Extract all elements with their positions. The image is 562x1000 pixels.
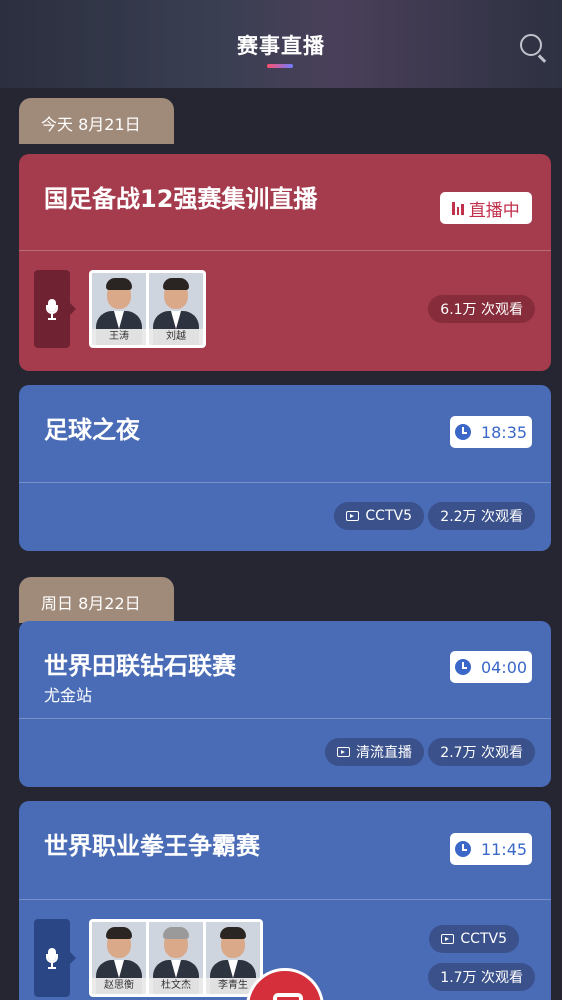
tv-icon [337, 747, 350, 757]
commentator-list[interactable]: 赵思衡 杜文杰 李青生 [89, 919, 263, 997]
commentator-name: 赵思衡 [92, 978, 146, 994]
title-underline [267, 64, 293, 68]
live-status-label: 直播中 [468, 200, 520, 221]
commentator-name: 杜文杰 [149, 978, 203, 994]
event-subtitle: 尤金站 [44, 686, 93, 705]
event-title: 世界田联钻石联赛 [44, 652, 236, 680]
event-title: 世界职业拳王争霸赛 [44, 832, 260, 860]
card-divider [19, 482, 551, 483]
channel-pill: CCTV5 [334, 502, 424, 530]
header-bar: 赛事直播 [0, 0, 562, 88]
event-card[interactable]: 足球之夜 18:35 CCTV5 2.2万 次观看 [19, 385, 551, 551]
view-count: 2.2万 次观看 [428, 502, 535, 530]
start-time-badge: 04:00 [450, 651, 532, 683]
card-divider [19, 250, 551, 251]
date-tab-today: 今天 8月21日 [19, 98, 174, 144]
app-logo-icon [273, 993, 303, 1000]
commentator-avatar: 杜文杰 [149, 922, 203, 994]
page-title: 赛事直播 [237, 34, 325, 58]
view-count: 6.1万 次观看 [428, 295, 535, 323]
commentator-mic [34, 270, 76, 348]
card-divider [19, 718, 551, 719]
clock-icon [454, 659, 471, 675]
event-title: 足球之夜 [44, 416, 140, 444]
clock-icon [454, 424, 471, 440]
search-icon[interactable] [518, 32, 550, 64]
channel-pill: 清流直播 [325, 738, 424, 766]
commentator-name: 王涛 [92, 329, 146, 345]
commentator-avatar: 王涛 [92, 273, 146, 345]
card-divider [19, 899, 551, 900]
commentator-avatar: 李青生 [206, 922, 260, 994]
clock-icon [454, 841, 471, 857]
commentator-name: 刘越 [149, 329, 203, 345]
commentator-list[interactable]: 王涛 刘越 [89, 270, 206, 348]
live-bars-icon [452, 201, 464, 215]
event-card-live[interactable]: 国足备战12强赛集训直播 直播中 王涛 刘越 6.1万 次观看 [19, 154, 551, 371]
channel-label: 清流直播 [356, 745, 412, 761]
channel-label: CCTV5 [460, 931, 507, 947]
tv-icon [441, 934, 455, 944]
mic-icon [46, 948, 58, 969]
event-title: 国足备战12强赛集训直播 [44, 185, 318, 213]
commentator-mic [34, 919, 76, 997]
start-time: 04:00 [480, 657, 528, 677]
channel-label: CCTV5 [365, 508, 412, 524]
start-time-badge: 11:45 [450, 833, 532, 865]
date-tab-sunday: 周日 8月22日 [19, 577, 174, 623]
start-time: 18:35 [480, 422, 528, 442]
event-card[interactable]: 世界田联钻石联赛 尤金站 04:00 清流直播 2.7万 次观看 [19, 621, 551, 787]
tv-icon [346, 511, 360, 521]
commentator-avatar: 赵思衡 [92, 922, 146, 994]
start-time: 11:45 [480, 839, 528, 859]
channel-pill: CCTV5 [429, 925, 519, 953]
mic-icon [46, 299, 58, 320]
view-count: 2.7万 次观看 [428, 738, 535, 766]
live-status-badge: 直播中 [440, 192, 532, 224]
view-count: 1.7万 次观看 [428, 963, 535, 991]
commentator-avatar: 刘越 [149, 273, 203, 345]
start-time-badge: 18:35 [450, 416, 532, 448]
